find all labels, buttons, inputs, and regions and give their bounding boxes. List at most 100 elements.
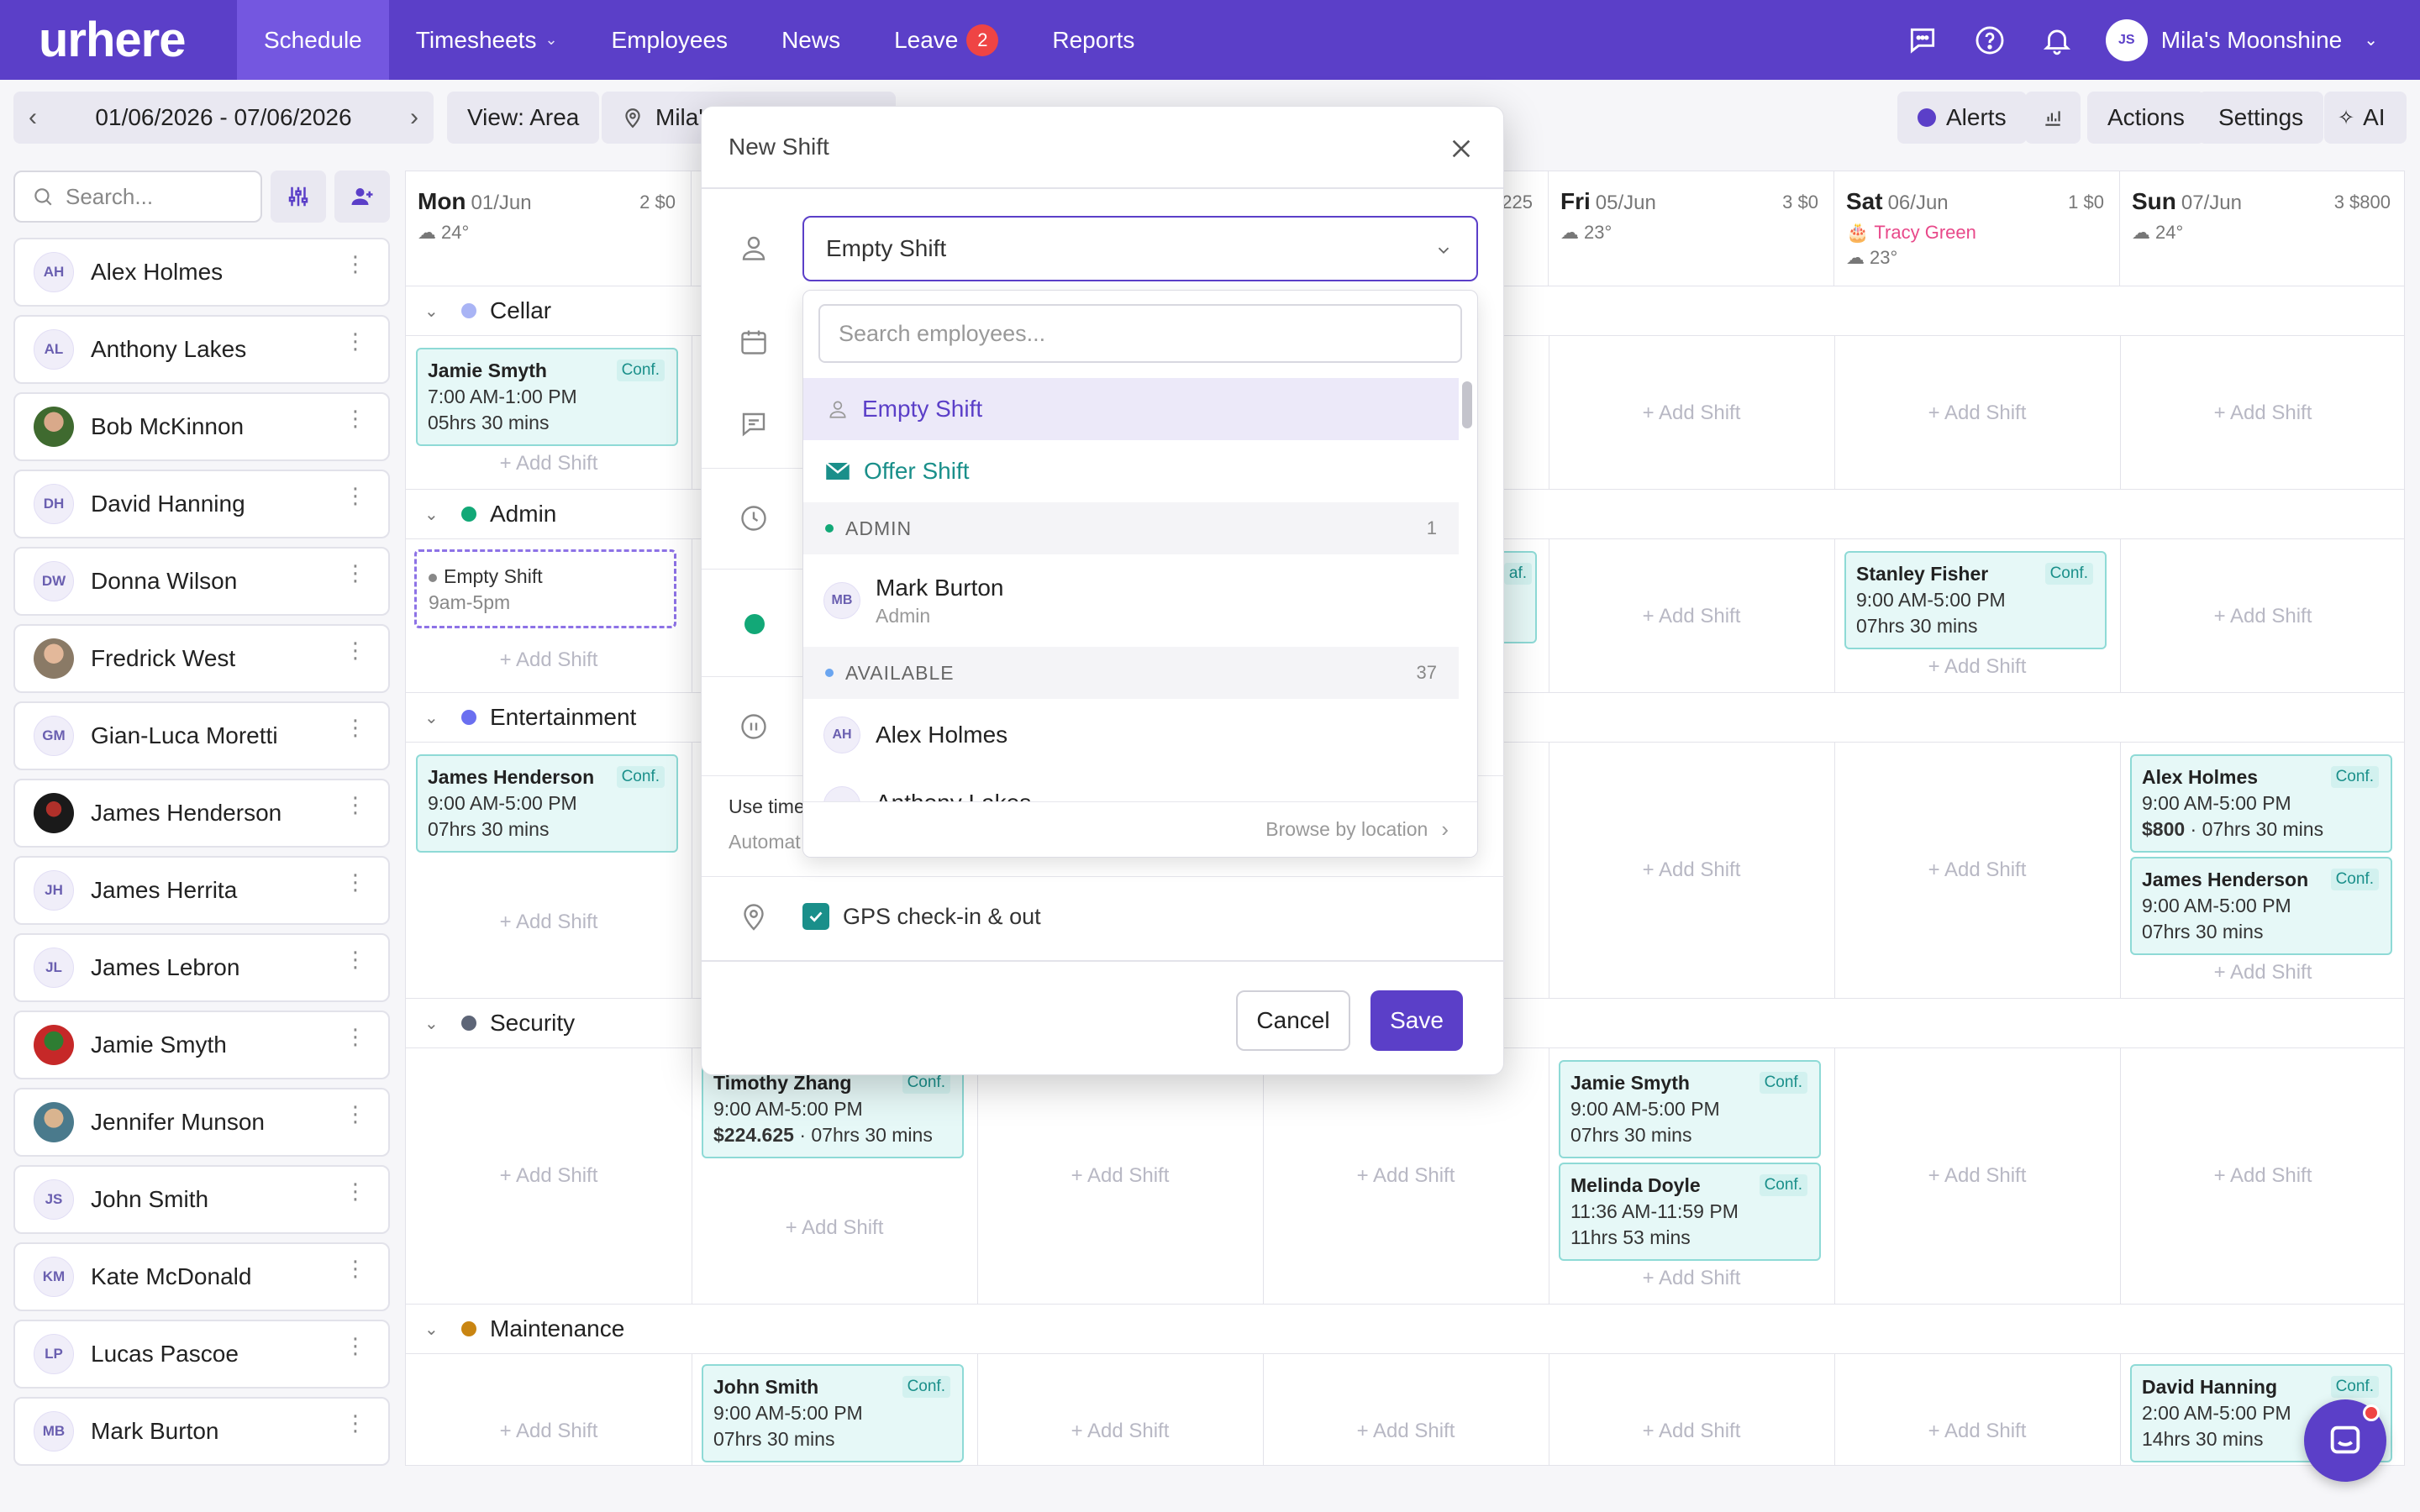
add-shift-button[interactable]: + Add Shift [406,911,692,934]
birthday-name[interactable]: Tracy Green [1874,222,1975,244]
more-vertical-icon[interactable]: ⋮ [345,562,366,584]
add-shift-button[interactable]: + Add Shift [1549,1267,1834,1290]
add-shift-button[interactable]: + Add Shift [1549,858,1834,882]
more-vertical-icon[interactable]: ⋮ [345,639,366,661]
chevron-right-icon[interactable]: › [410,103,418,132]
add-shift-button[interactable]: + Add Shift [406,452,692,475]
add-employee-button[interactable] [334,171,390,223]
add-shift-button[interactable]: + Add Shift [2120,961,2404,984]
add-shift-button[interactable]: + Add Shift [977,1420,1263,1443]
more-vertical-icon[interactable]: ⋮ [345,794,366,816]
save-button[interactable]: Save [1370,990,1463,1051]
bell-icon[interactable] [2039,22,2075,59]
filter-button[interactable] [271,171,326,223]
add-shift-button[interactable]: + Add Shift [1263,1420,1549,1443]
more-vertical-icon[interactable]: ⋮ [345,948,366,970]
dropdown-scrollbar[interactable] [1462,381,1472,428]
gps-checkbox[interactable] [802,903,829,930]
employee-card[interactable]: JS John Smith ⋮ [13,1165,390,1234]
employee-card[interactable]: AH Alex Holmes ⋮ [13,238,390,307]
add-shift-button[interactable]: + Add Shift [2120,605,2404,628]
more-vertical-icon[interactable]: ⋮ [345,1103,366,1125]
employee-card[interactable]: DW Donna Wilson ⋮ [13,547,390,616]
shift-card[interactable]: Stanley Fisher 9:00 AM-5:00 PM 07hrs 30 … [1844,551,2107,649]
employee-card[interactable]: KM Kate McDonald ⋮ [13,1242,390,1311]
employee-card[interactable]: AL Anthony Lakes ⋮ [13,315,390,384]
employee-search-input[interactable]: Search employees... [818,304,1462,363]
add-shift-button[interactable]: + Add Shift [406,1164,692,1188]
shift-card[interactable]: Alex Holmes 9:00 AM-5:00 PM $800 · 07hrs… [2130,754,2392,853]
add-shift-button[interactable]: + Add Shift [1549,1420,1834,1443]
more-vertical-icon[interactable]: ⋮ [345,871,366,893]
group-header-maintenance[interactable]: ⌄ Maintenance [406,1304,2404,1354]
employee-card[interactable]: Jamie Smyth ⋮ [13,1011,390,1079]
shift-card[interactable]: Melinda Doyle 11:36 AM-11:59 PM 11hrs 53… [1559,1163,1821,1261]
more-vertical-icon[interactable]: ⋮ [345,1257,366,1279]
add-shift-button[interactable]: + Add Shift [1834,1164,2120,1188]
option-employee[interactable]: MB Mark Burton Admin [803,554,1459,647]
more-vertical-icon[interactable]: ⋮ [345,485,366,507]
help-icon[interactable] [1971,22,2008,59]
add-shift-button[interactable]: + Add Shift [977,1164,1263,1188]
support-chat-button[interactable] [2304,1399,2386,1482]
stats-button[interactable] [2025,92,2081,144]
nav-tab-schedule[interactable]: Schedule [237,0,389,80]
add-shift-button[interactable]: + Add Shift [1834,655,2120,679]
browse-by-location-link[interactable]: Browse by location › [803,801,1477,857]
alerts-button[interactable]: Alerts [1897,92,2027,144]
ai-button[interactable]: ✧ AI [2324,92,2407,144]
option-empty-shift[interactable]: Empty Shift [803,378,1459,440]
add-shift-button[interactable]: + Add Shift [2120,402,2404,425]
chevron-left-icon[interactable]: ‹ [29,103,37,132]
nav-tab-leave[interactable]: Leave 2 [867,0,1025,80]
app-logo[interactable]: urhere [39,12,237,68]
more-vertical-icon[interactable]: ⋮ [345,717,366,738]
user-menu[interactable]: JS Mila's Moonshine ⌄ [2105,18,2378,61]
add-shift-button[interactable]: + Add Shift [1549,402,1834,425]
settings-button[interactable]: Settings [2198,92,2324,144]
employee-card[interactable]: GM Gian-Luca Moretti ⋮ [13,701,390,770]
nav-tab-timesheets[interactable]: Timesheets ⌄ [389,0,585,80]
more-vertical-icon[interactable]: ⋮ [345,330,366,352]
add-shift-button[interactable]: + Add Shift [1549,605,1834,628]
shift-card[interactable]: Jamie Smyth 7:00 AM-1:00 PM 05hrs 30 min… [416,348,678,446]
date-range-picker[interactable]: ‹ 01/06/2026 - 07/06/2026 › [13,92,434,144]
employee-card[interactable]: Fredrick West ⋮ [13,624,390,693]
close-icon[interactable] [1448,135,1475,162]
employee-search-input[interactable]: Search... [13,171,262,223]
more-vertical-icon[interactable]: ⋮ [345,253,366,275]
add-shift-button[interactable]: + Add Shift [406,648,692,672]
more-vertical-icon[interactable]: ⋮ [345,1335,366,1357]
employee-card[interactable]: MB Mark Burton ⋮ [13,1397,390,1466]
more-vertical-icon[interactable]: ⋮ [345,1412,366,1434]
add-shift-button[interactable]: + Add Shift [1834,1420,2120,1443]
option-offer-shift[interactable]: Offer Shift [803,440,1459,502]
employee-card[interactable]: JL James Lebron ⋮ [13,933,390,1002]
add-shift-button[interactable]: + Add Shift [692,1216,977,1240]
add-shift-button[interactable]: + Add Shift [1263,1164,1549,1188]
nav-tab-reports[interactable]: Reports [1025,0,1161,80]
cancel-button[interactable]: Cancel [1236,990,1350,1051]
more-vertical-icon[interactable]: ⋮ [345,407,366,429]
add-shift-button[interactable]: + Add Shift [1834,858,2120,882]
employee-select[interactable]: Empty Shift [802,216,1478,281]
employee-card[interactable]: Bob McKinnon ⋮ [13,392,390,461]
nav-tab-employees[interactable]: Employees [585,0,755,80]
more-vertical-icon[interactable]: ⋮ [345,1180,366,1202]
nav-tab-news[interactable]: News [755,0,867,80]
employee-card[interactable]: LP Lucas Pascoe ⋮ [13,1320,390,1389]
employee-card[interactable]: Jennifer Munson ⋮ [13,1088,390,1157]
view-selector[interactable]: View: Area [447,92,600,144]
shift-card[interactable]: John Smith 9:00 AM-5:00 PM 07hrs 30 mins… [702,1364,964,1462]
empty-shift-card[interactable]: Empty Shift 9am-5pm [414,549,676,628]
employee-card[interactable]: James Henderson ⋮ [13,779,390,848]
shift-card[interactable]: James Henderson 9:00 AM-5:00 PM 07hrs 30… [2130,857,2392,955]
employee-card[interactable]: DH David Hanning ⋮ [13,470,390,538]
option-employee[interactable]: AH Alex Holmes [803,699,1459,771]
employee-card[interactable]: JH James Herrita ⋮ [13,856,390,925]
add-shift-button[interactable]: + Add Shift [406,1420,692,1443]
add-shift-button[interactable]: + Add Shift [2120,1164,2404,1188]
add-shift-button[interactable]: + Add Shift [1834,402,2120,425]
option-employee-partial[interactable]: Anthony Lakes [803,771,1459,805]
more-vertical-icon[interactable]: ⋮ [345,1026,366,1047]
